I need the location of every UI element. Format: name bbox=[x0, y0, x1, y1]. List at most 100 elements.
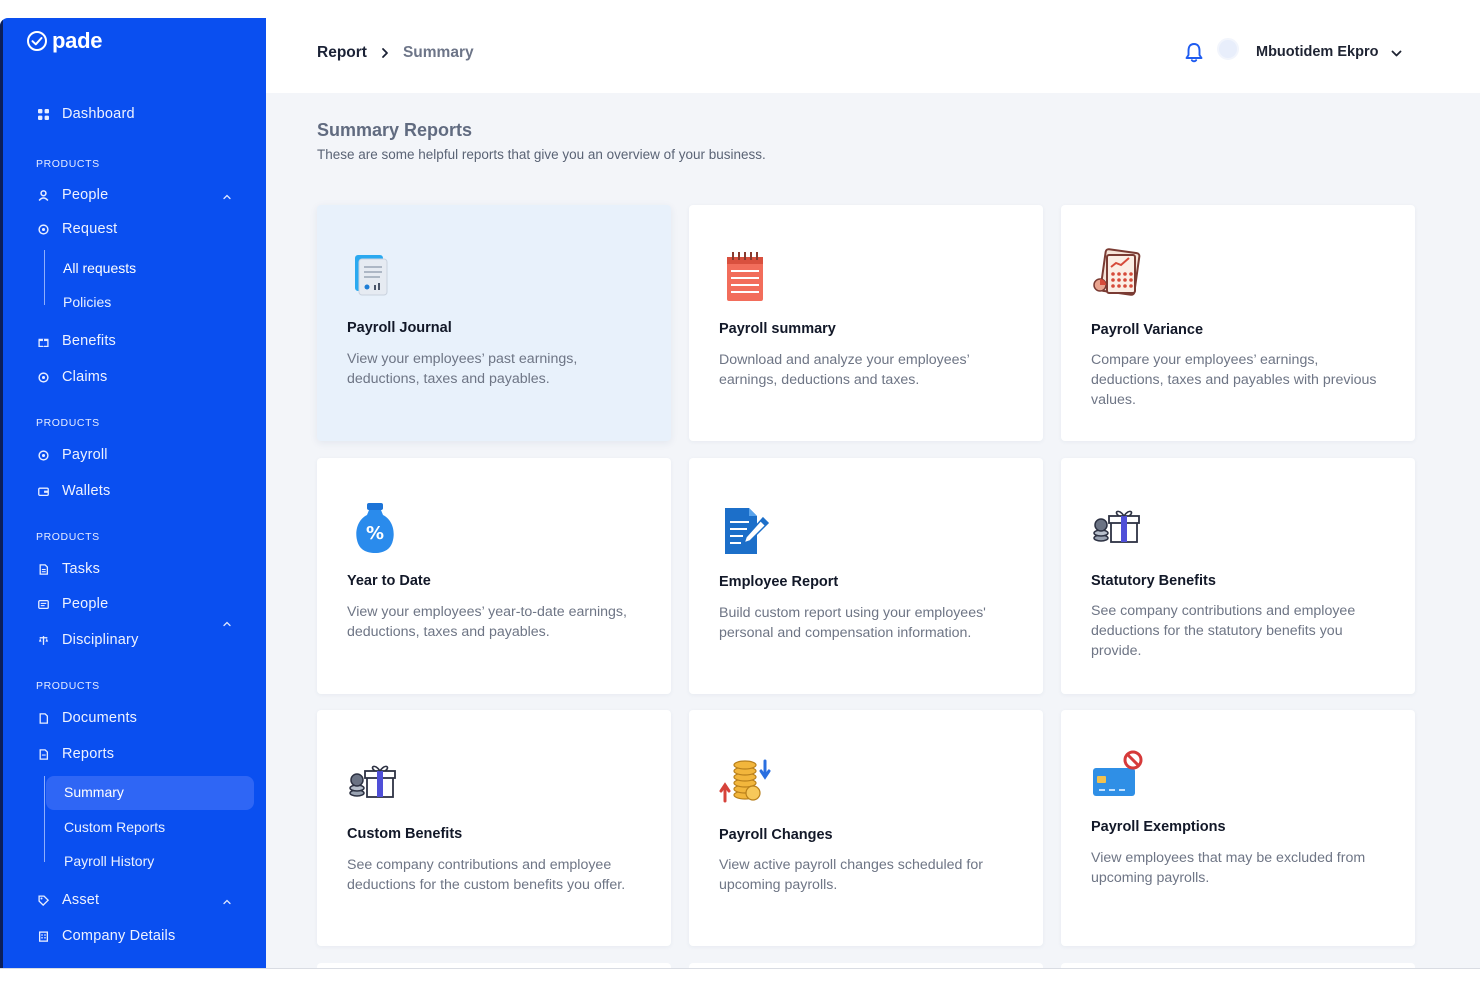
building-icon bbox=[36, 929, 50, 943]
card-description: View your employees’ past earnings, dedu… bbox=[347, 351, 578, 387]
sidebar-item-label: People bbox=[62, 187, 109, 203]
sidebar-item-wallets[interactable]: Wallets bbox=[36, 483, 110, 499]
sidebar-subitem-all-requests[interactable]: All requests bbox=[63, 260, 136, 276]
chevron-down-icon[interactable] bbox=[1390, 47, 1403, 60]
sidebar-item-reports[interactable]: Reports bbox=[36, 746, 114, 762]
app-window: pade Dashboard PRODUCTS People Request A… bbox=[0, 18, 1480, 969]
report-card-statutory-benefits[interactable]: Statutory Benefits See company contribut… bbox=[1061, 458, 1415, 694]
window-edge bbox=[0, 18, 3, 969]
logo[interactable]: pade bbox=[26, 28, 102, 54]
page-subtitle: These are some helpful reports that give… bbox=[317, 147, 766, 162]
sidebar-subitem-payroll-history[interactable]: Payroll History bbox=[64, 853, 154, 869]
card-description: Compare your employees’ earnings, deduct… bbox=[1091, 352, 1377, 408]
card-title: Employee Report bbox=[719, 574, 839, 590]
card-title: Year to Date bbox=[347, 573, 431, 589]
report-card-payroll-variance[interactable]: Payroll Variance Compare your employees’… bbox=[1061, 205, 1415, 441]
avatar[interactable] bbox=[1217, 38, 1239, 60]
sidebar-item-label: Documents bbox=[62, 710, 138, 726]
coins-arrows-icon bbox=[719, 759, 771, 803]
user-name[interactable]: Mbuotidem Ekpro bbox=[1256, 44, 1378, 60]
id-card-icon bbox=[36, 597, 50, 611]
card-description: Download and analyze your employees’ ear… bbox=[719, 352, 970, 388]
chevron-up-icon[interactable] bbox=[221, 618, 233, 630]
sidebar: pade Dashboard PRODUCTS People Request A… bbox=[0, 18, 266, 969]
sidebar-item-label: Request bbox=[62, 221, 118, 237]
notification-bell-icon[interactable] bbox=[1184, 42, 1204, 64]
sidebar-item-label: Disciplinary bbox=[62, 632, 139, 648]
card-title: Payroll summary bbox=[719, 321, 836, 337]
report-icon bbox=[36, 747, 50, 761]
sidebar-item-label: Wallets bbox=[62, 483, 111, 499]
report-card-payroll-summary[interactable]: Payroll summary Download and analyze you… bbox=[689, 205, 1043, 441]
coin-icon bbox=[36, 370, 50, 384]
sidebar-item-dashboard[interactable]: Dashboard bbox=[36, 106, 135, 122]
sidebar-item-tasks[interactable]: Tasks bbox=[36, 561, 100, 577]
svg-text:%: % bbox=[366, 523, 384, 544]
sidebar-item-label: People bbox=[62, 596, 109, 612]
report-card-employee-report[interactable]: Employee Report Build custom report usin… bbox=[689, 458, 1043, 694]
sidebar-subitem-summary[interactable]: Summary bbox=[64, 784, 124, 800]
card-description: See company contributions and employee d… bbox=[347, 857, 626, 893]
sidebar-item-documents[interactable]: Documents bbox=[36, 710, 137, 726]
sidebar-item-people[interactable]: People bbox=[36, 187, 108, 203]
card-title: Payroll Journal bbox=[347, 320, 452, 336]
sidebar-item-claims[interactable]: Claims bbox=[36, 369, 108, 385]
notepad-icon bbox=[727, 252, 763, 301]
logo-check-icon bbox=[27, 31, 47, 51]
sidebar-item-company-details[interactable]: Company Details bbox=[36, 928, 175, 944]
scale-icon bbox=[36, 633, 50, 647]
coins-gift-icon bbox=[1093, 510, 1140, 543]
sidebar-item-disciplinary[interactable]: Disciplinary bbox=[36, 632, 139, 648]
window-bottom-border bbox=[0, 968, 1480, 969]
card-title: Payroll Changes bbox=[719, 827, 833, 843]
sidebar-item-label: Claims bbox=[62, 369, 108, 385]
sidebar-subitem-policies[interactable]: Policies bbox=[63, 294, 111, 310]
breadcrumb-report-link[interactable]: Report bbox=[317, 44, 367, 62]
breadcrumb: Report Summary bbox=[317, 44, 474, 62]
card-title: Custom Benefits bbox=[347, 826, 463, 842]
sidebar-item-label: Payroll bbox=[62, 447, 108, 463]
report-card-payroll-exemptions[interactable]: Payroll Exemptions View employees that m… bbox=[1061, 710, 1415, 946]
file-icon bbox=[36, 711, 50, 725]
sidebar-item-request[interactable]: Request bbox=[36, 221, 117, 237]
submenu-line bbox=[44, 250, 45, 305]
card-description: View employees that may be excluded from… bbox=[1091, 850, 1366, 886]
section-label: PRODUCTS bbox=[36, 417, 100, 429]
wallet-icon bbox=[36, 484, 50, 498]
calculator-chart-icon bbox=[1093, 248, 1141, 296]
journal-document-icon bbox=[355, 255, 388, 296]
card-blocked-icon bbox=[1093, 750, 1143, 796]
breadcrumb-current: Summary bbox=[402, 44, 474, 61]
section-label: PRODUCTS bbox=[36, 531, 100, 543]
sidebar-item-label: Company Details bbox=[62, 928, 176, 944]
sidebar-subitem-custom-reports[interactable]: Custom Reports bbox=[64, 819, 165, 835]
card-description: View active payroll changes scheduled fo… bbox=[719, 857, 983, 893]
card-description: See company contributions and employee d… bbox=[1091, 603, 1356, 659]
sidebar-item-label: Dashboard bbox=[62, 106, 135, 122]
chevron-up-icon[interactable] bbox=[221, 191, 233, 203]
grid-icon bbox=[36, 107, 50, 121]
sidebar-item-label: Reports bbox=[62, 746, 115, 762]
section-label: PRODUCTS bbox=[36, 158, 100, 170]
app-name: pade bbox=[52, 28, 103, 53]
report-card-year-to-date[interactable]: % Year to Date View your employees’ year… bbox=[317, 458, 671, 694]
sidebar-item-asset[interactable]: Asset bbox=[36, 892, 99, 908]
money-bag-percent-icon: % bbox=[356, 503, 394, 553]
coin-icon bbox=[36, 222, 50, 236]
report-card-payroll-journal[interactable]: Payroll Journal View your employees’ pas… bbox=[317, 205, 671, 441]
gift-icon bbox=[36, 334, 50, 348]
page-title: Summary Reports bbox=[317, 120, 473, 140]
report-card-custom-benefits[interactable]: Custom Benefits See company contribution… bbox=[317, 710, 671, 946]
report-card-payroll-changes[interactable]: Payroll Changes View active payroll chan… bbox=[689, 710, 1043, 946]
sidebar-item-benefits[interactable]: Benefits bbox=[36, 333, 116, 349]
chevron-up-icon[interactable] bbox=[221, 896, 233, 908]
submenu-line bbox=[44, 776, 45, 862]
sidebar-item-people-2[interactable]: People bbox=[36, 596, 108, 612]
sidebar-item-label: Asset bbox=[62, 892, 100, 908]
people-icon bbox=[36, 188, 50, 202]
top-header: Report Summary Mbuotidem Ekpro bbox=[266, 18, 1480, 93]
sidebar-item-label: Benefits bbox=[62, 333, 116, 349]
card-title: Payroll Exemptions bbox=[1091, 819, 1226, 835]
coin-icon bbox=[36, 448, 50, 462]
sidebar-item-payroll[interactable]: Payroll bbox=[36, 447, 108, 463]
